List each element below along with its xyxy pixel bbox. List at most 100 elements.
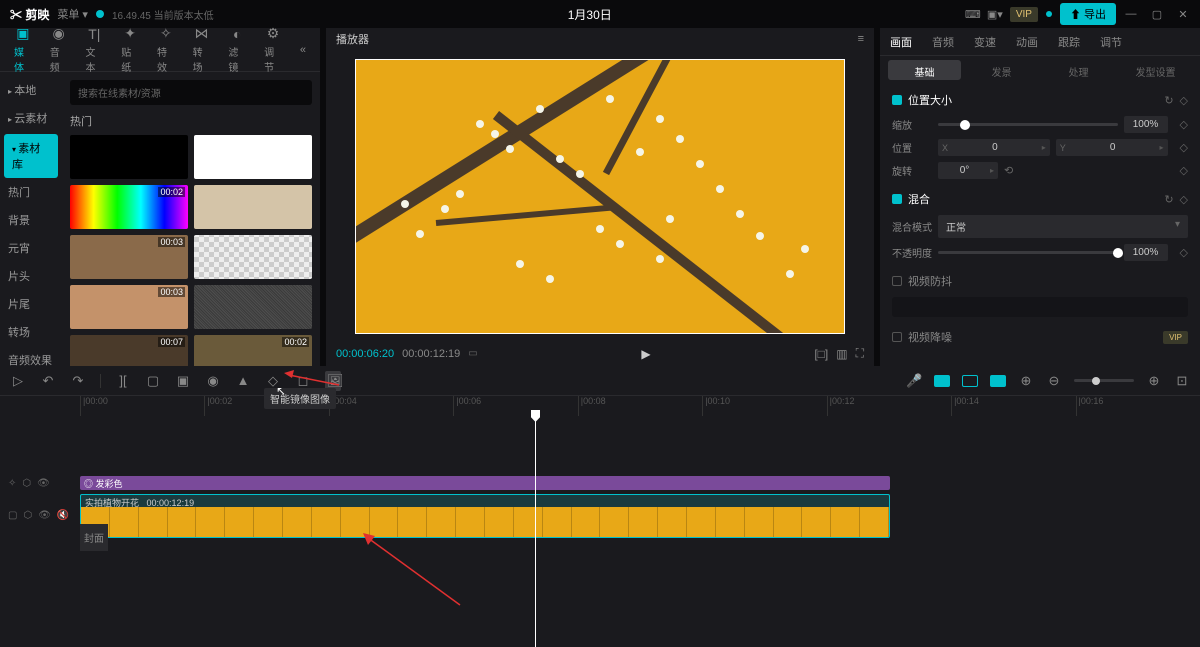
keyframe-icon[interactable]: ◇ [1180, 164, 1188, 177]
check-icon[interactable] [892, 95, 902, 105]
delete-right-icon[interactable]: ▣ [175, 373, 191, 389]
keyframe-icon[interactable]: ◇ [1180, 118, 1188, 131]
tab-effects[interactable]: ✧特效 [149, 28, 183, 71]
play-button[interactable]: ▶ [641, 347, 650, 361]
track-toggle[interactable]: ✧⬡👁 [4, 476, 66, 491]
prop-tab-audio[interactable]: 音频 [922, 28, 964, 55]
prop-tab-adjust[interactable]: 调节 [1090, 28, 1132, 55]
export-button[interactable]: ⬆ 导出 [1060, 3, 1116, 25]
loop-icon[interactable]: ▭ [468, 348, 477, 359]
sidebar-item-local[interactable]: 本地 [0, 76, 62, 104]
cover-button[interactable]: 封面 [80, 524, 108, 551]
split-icon[interactable]: ][ [115, 373, 131, 388]
menu-button[interactable]: 菜单 ▾ [57, 6, 88, 22]
adjustment-clip[interactable]: ◎ 发彩色 [80, 476, 890, 490]
shortcut-icon[interactable]: ⌨ [966, 7, 980, 21]
prop-tab-track[interactable]: 跟踪 [1048, 28, 1090, 55]
scale-input[interactable] [1124, 116, 1168, 133]
tab-media[interactable]: ▣媒体 [6, 28, 40, 71]
keyframe-icon[interactable]: ◇ [1180, 94, 1188, 107]
blend-mode-dropdown[interactable]: 正常▾ [938, 215, 1188, 238]
video-clip[interactable]: 实拍植物开花 00:00:12:19 [80, 494, 890, 538]
select-tool-icon[interactable]: ▷ [10, 373, 26, 389]
sidebar-item-hot[interactable]: 热门 [0, 178, 62, 206]
subtab-hair[interactable]: 发型设置 [1119, 60, 1192, 80]
collapse-icon[interactable]: « [292, 28, 314, 71]
playhead[interactable] [535, 416, 536, 647]
timeline-ruler[interactable]: |00:00 |00:02 |00:04 |00:06 |00:08 |00:1… [0, 396, 1200, 416]
tab-text[interactable]: T|文本 [77, 28, 111, 71]
mic-icon[interactable]: 🎤 [906, 373, 922, 389]
tab-audio[interactable]: ◉音频 [42, 28, 76, 71]
vip-badge[interactable]: VIP [1010, 7, 1038, 22]
prop-tab-speed[interactable]: 变速 [964, 28, 1006, 55]
maximize-button[interactable]: ▢ [1150, 7, 1164, 21]
preview-menu-icon[interactable]: ≡ [858, 33, 864, 45]
segment-1-icon[interactable] [934, 375, 950, 387]
media-thumb[interactable]: 00:07 [70, 335, 188, 366]
sidebar-item-lantern[interactable]: 元宵 [0, 234, 62, 262]
crop-icon[interactable]: ◻ [295, 373, 311, 389]
subtab-basic[interactable]: 基础 [888, 60, 961, 80]
prop-tab-anim[interactable]: 动画 [1006, 28, 1048, 55]
media-thumb[interactable] [194, 185, 312, 229]
preview-viewport[interactable] [326, 51, 874, 342]
reset-icon[interactable]: ↻ [1164, 94, 1173, 107]
subtab-bg[interactable]: 发景 [965, 60, 1038, 80]
media-thumb[interactable]: 00:02 [70, 185, 188, 229]
media-thumb[interactable]: 00:03 [70, 285, 188, 329]
media-thumb[interactable]: 00:02 [194, 335, 312, 366]
track-toggle[interactable]: ▢⬡👁🔇 [4, 508, 66, 523]
keyframe-icon[interactable]: ◇ [1180, 246, 1188, 259]
sidebar-item-trans[interactable]: 转场 [0, 318, 62, 346]
checkbox-icon[interactable] [892, 332, 902, 342]
freeze-icon[interactable]: ◉ [205, 373, 221, 389]
ratio-icon[interactable]: [□] [814, 347, 828, 361]
sidebar-item-library[interactable]: ▾ 素材库 [4, 134, 58, 178]
subtab-process[interactable]: 处理 [1042, 60, 1115, 80]
checkbox-icon[interactable] [892, 276, 902, 286]
zoom-out-icon[interactable]: ⊖ [1046, 373, 1062, 389]
tab-adjust[interactable]: ⚙调节 [256, 28, 290, 71]
delete-left-icon[interactable]: ▢ [145, 373, 161, 389]
timeline-tracks[interactable]: ✧⬡👁 ▢⬡👁🔇 ◎ 发彩色 实拍植物开花 00:00:12:19 封面 [0, 416, 1200, 647]
mirror-icon[interactable]: ▲ [235, 373, 251, 388]
tab-transition[interactable]: ⋈转场 [185, 28, 219, 71]
minimize-button[interactable]: — [1124, 7, 1138, 21]
close-button[interactable]: ✕ [1176, 7, 1190, 21]
sidebar-item-cloud[interactable]: 云素材 [0, 104, 62, 132]
auto-icon[interactable]: ⊕ [1018, 373, 1034, 389]
zoom-in-icon[interactable]: ⊕ [1146, 373, 1162, 389]
media-thumb[interactable] [194, 285, 312, 329]
undo-icon[interactable]: ↶ [40, 373, 56, 389]
rotate-icon[interactable]: ⟲ [1004, 164, 1013, 177]
keyframe-icon[interactable]: ◇ [1180, 193, 1188, 206]
fit-icon[interactable]: ⊡ [1174, 373, 1190, 389]
rotation-input[interactable]: 0°▸ [938, 162, 998, 179]
check-icon[interactable] [892, 194, 902, 204]
position-y-input[interactable]: Y0▸ [1056, 139, 1168, 156]
tab-filter[interactable]: ◐滤镜 [220, 28, 254, 71]
prop-tab-video[interactable]: 画面 [880, 28, 922, 55]
zoom-slider[interactable] [1074, 379, 1134, 382]
sidebar-item-outro[interactable]: 片尾 [0, 290, 62, 318]
fullscreen-icon[interactable]: ⛶ [856, 346, 864, 361]
keyframe-icon[interactable]: ◇ [1180, 141, 1188, 154]
sidebar-item-soundfx[interactable]: 音频效果 [0, 346, 62, 366]
layout-icon[interactable]: ▣▾ [988, 7, 1002, 21]
compare-icon[interactable]: ▥ [836, 347, 847, 361]
position-x-input[interactable]: X0▸ [938, 139, 1050, 156]
redo-icon[interactable]: ↷ [70, 373, 86, 389]
media-thumb[interactable] [70, 135, 188, 179]
media-thumb[interactable] [194, 135, 312, 179]
sidebar-item-bg[interactable]: 背景 [0, 206, 62, 234]
tab-sticker[interactable]: ✦贴纸 [113, 28, 147, 71]
scale-slider[interactable] [938, 123, 1118, 126]
opacity-slider[interactable] [938, 251, 1118, 254]
reset-icon[interactable]: ↻ [1164, 193, 1173, 206]
segment-2-icon[interactable] [962, 375, 978, 387]
search-input[interactable]: 搜索在线素材/资源 [70, 80, 312, 105]
opacity-input[interactable] [1124, 244, 1168, 261]
media-thumb[interactable] [194, 235, 312, 279]
segment-3-icon[interactable] [990, 375, 1006, 387]
